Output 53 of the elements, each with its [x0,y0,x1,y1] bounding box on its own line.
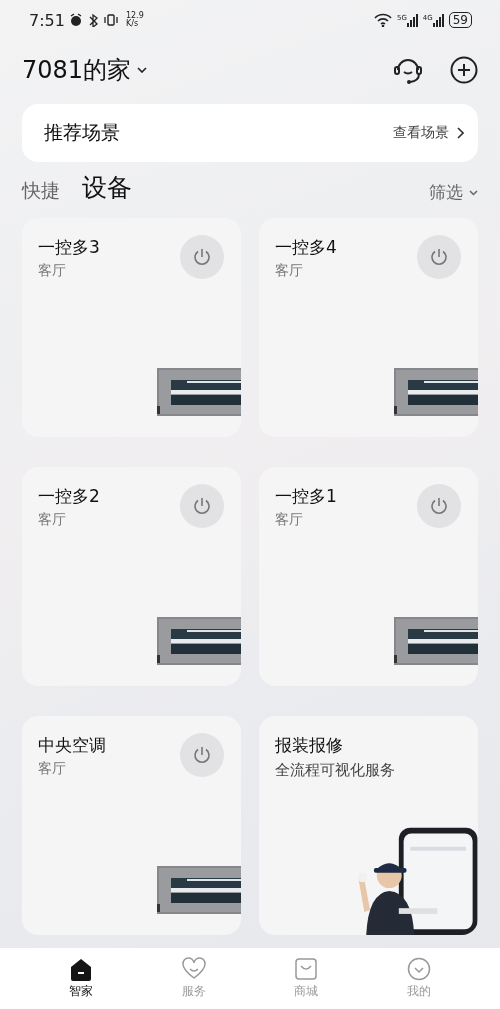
filter-button[interactable]: 筛选 [429,181,463,204]
heart-icon [181,957,206,981]
wifi-icon [373,13,392,27]
chevron-down-icon[interactable] [137,67,148,73]
power-button[interactable] [180,235,224,279]
power-button[interactable] [417,235,461,279]
clock-time: 7:51 [29,10,65,30]
bag-icon [294,957,319,981]
home-icon [69,957,94,981]
signal-icon [406,13,418,27]
power-button[interactable] [417,484,461,528]
tab[interactable]: 设备 [82,171,132,204]
scene-title: 推荐场景 [44,120,120,145]
network-speed-unit: K/s [125,20,139,28]
alarm-icon [68,13,83,27]
home-name[interactable]: 7081的家 [22,54,132,86]
chevron-right-icon [457,127,464,139]
service-title: 报装报修 [275,734,344,757]
battery-level: 59 [448,12,472,28]
signal-icon [432,13,444,27]
tab[interactable]: 快捷 [22,178,60,204]
device-card[interactable]: 一控多3 客厅 [22,218,241,437]
power-icon [429,496,449,516]
device-card[interactable]: 一控多1 客厅 [259,467,478,686]
device-card[interactable]: 中央空调 客厅 [22,716,241,935]
device-name: 一控多4 [275,236,337,259]
power-icon [192,247,212,267]
power-button[interactable] [180,733,224,777]
add-icon[interactable] [450,56,478,84]
device-room: 客厅 [275,262,304,280]
profile-icon [406,957,431,981]
service-subtitle: 全流程可视化服务 [275,761,395,780]
view-scenes-link[interactable]: 查看场景 [393,124,449,142]
vibrate-icon [102,13,119,27]
device-room: 客厅 [38,760,67,778]
network-speed-value: 12.9 [125,12,144,20]
chevron-down-icon [469,189,478,196]
device-name: 一控多3 [38,236,100,259]
device-room: 客厅 [38,511,67,529]
device-name: 中央空调 [38,734,106,757]
service-card[interactable]: 报装报修 全流程可视化服务 [259,716,478,935]
power-icon [192,496,212,516]
power-icon [192,745,212,765]
device-card[interactable]: 一控多2 客厅 [22,467,241,686]
device-name: 一控多1 [275,485,337,508]
scene-card[interactable]: 推荐场景 查看场景 [22,104,478,162]
device-card[interactable]: 一控多4 客厅 [259,218,478,437]
nav-tab[interactable]: 智家 [69,957,94,1000]
device-room: 客厅 [38,262,67,280]
power-icon [429,247,449,267]
device-name: 一控多2 [38,485,100,508]
device-room: 客厅 [275,511,304,529]
power-button[interactable] [180,484,224,528]
